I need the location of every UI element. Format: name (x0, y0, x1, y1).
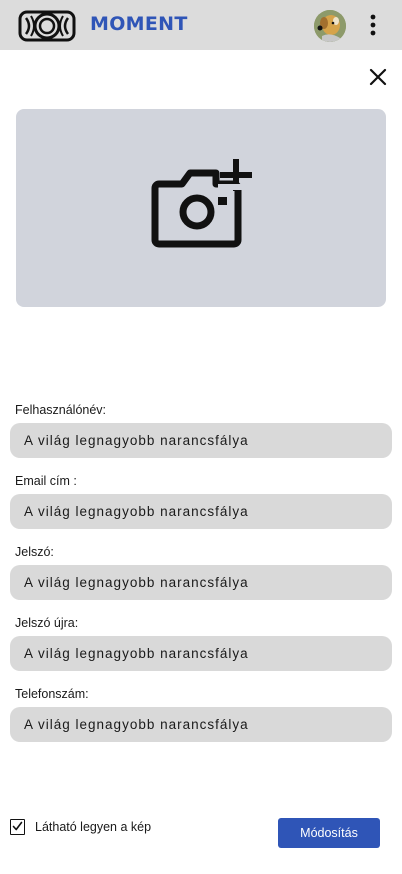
password-confirm-label: Jelszó újra: (15, 616, 79, 630)
more-vertical-icon[interactable] (364, 12, 382, 38)
avatar[interactable] (314, 10, 346, 42)
logo-icon[interactable] (18, 10, 76, 42)
username-label: Felhasználónév: (15, 403, 107, 417)
add-photo-icon (151, 159, 252, 248)
email-field[interactable]: A világ legnagyobb narancsfálya (10, 494, 392, 529)
phone-label: Telefonszám: (15, 687, 89, 701)
save-button[interactable]: Módosítás (278, 818, 380, 848)
password-field[interactable]: A világ legnagyobb narancsfálya (10, 565, 392, 600)
phone-field[interactable]: A világ legnagyobb narancsfálya (10, 707, 392, 742)
email-label: Email cím : (15, 474, 77, 488)
app-header: MOMENT (0, 0, 402, 50)
photo-upload-area[interactable] (16, 109, 386, 307)
username-field[interactable]: A világ legnagyobb narancsfálya (10, 423, 392, 458)
close-icon[interactable] (367, 66, 389, 88)
brand-name[interactable]: MOMENT (90, 13, 188, 35)
password-confirm-field[interactable]: A világ legnagyobb narancsfálya (10, 636, 392, 671)
checkmark-icon (12, 821, 23, 831)
avatar-icon (314, 10, 346, 42)
password-label: Jelszó: (15, 545, 54, 559)
visibility-checkbox-label[interactable]: Látható legyen a kép (35, 820, 151, 834)
profile-edit-page: MOMENT Felhasználónév: A világ legnagyob… (0, 0, 402, 874)
visibility-checkbox[interactable] (10, 819, 25, 835)
